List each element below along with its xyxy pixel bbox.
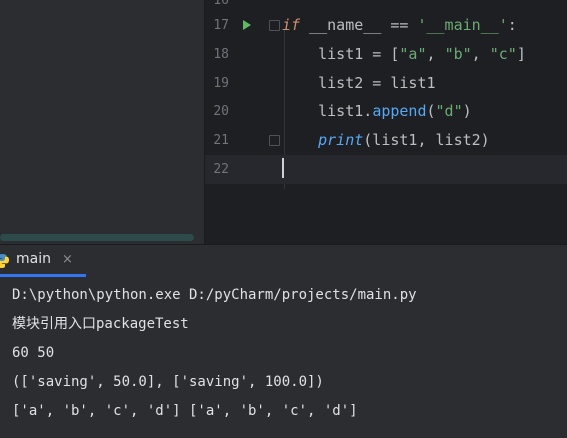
console-line: 60 50 <box>12 345 55 361</box>
line-number: 21 <box>213 133 229 148</box>
console-line: (['saving', 50.0], ['saving', 100.0]) <box>12 374 324 390</box>
code-text: list2 = list1 <box>282 74 436 92</box>
console-output[interactable]: D:\python\python.exe D:/pyCharm/projects… <box>12 281 562 426</box>
run-tool-window: main × D:\python\python.exe D:/pyCharm/p… <box>0 245 567 438</box>
code-text: print(list1, list2) <box>318 131 490 149</box>
text-caret <box>282 158 284 178</box>
code-editor[interactable]: 16 17 if __name__ == '__main__': 18 list… <box>204 0 567 244</box>
active-tab-indicator <box>0 274 86 277</box>
line-number: 18 <box>213 47 229 62</box>
code-line[interactable]: 18 list1 = ["a", "b", "c"] <box>205 40 567 69</box>
python-icon <box>0 254 9 268</box>
ide-window: 16 17 if __name__ == '__main__': 18 list… <box>0 0 567 438</box>
line-number: 22 <box>213 162 229 177</box>
console-line: D:\python\python.exe D:/pyCharm/projects… <box>12 287 417 303</box>
code-line[interactable]: 20 list1.append("d") <box>205 97 567 126</box>
code-text: list1.append("d") <box>282 102 472 120</box>
line-number: 19 <box>213 76 229 91</box>
run-triangle-icon[interactable] <box>243 20 251 30</box>
code-line[interactable]: 19 list2 = list1 <box>205 69 567 98</box>
fold-marker-icon[interactable] <box>269 20 280 31</box>
code-line[interactable]: 17 if __name__ == '__main__': <box>205 11 567 40</box>
close-icon[interactable]: × <box>62 252 73 267</box>
code-line-current[interactable]: 22 <box>205 155 567 184</box>
console-line: 模块引用入口packageTest <box>12 316 189 332</box>
project-panel[interactable] <box>0 0 204 244</box>
tab-run-main[interactable]: main × <box>0 245 86 278</box>
line-number: 20 <box>213 104 229 119</box>
code-text: if __name__ == '__main__': <box>282 16 517 34</box>
line-number: 17 <box>213 18 229 33</box>
run-tab-label: main <box>16 251 51 267</box>
fold-marker-icon[interactable] <box>269 135 280 146</box>
console-line: ['a', 'b', 'c', 'd'] ['a', 'b', 'c', 'd'… <box>12 403 358 419</box>
code-text: list1 = ["a", "b", "c"] <box>282 45 526 63</box>
project-panel-scrollbar[interactable] <box>0 234 194 241</box>
code-line[interactable]: 21 print(list1, list2) <box>205 126 567 155</box>
